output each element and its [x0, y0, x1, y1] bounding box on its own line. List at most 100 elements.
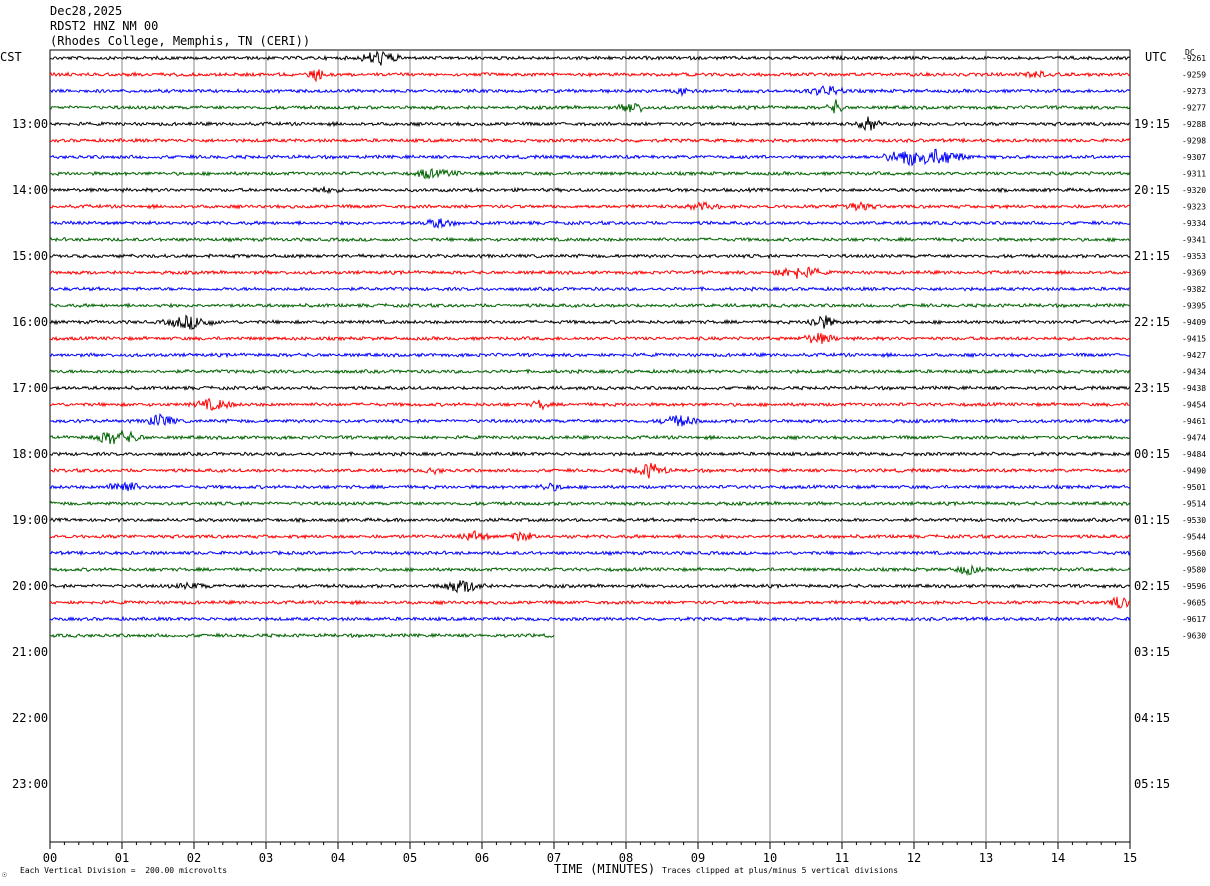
trace-line: [49, 186, 1131, 195]
dc-offset-label: -9474: [1182, 434, 1206, 443]
trace-line: [49, 351, 1131, 359]
trace-line: [49, 266, 1131, 279]
x-tick-label: 05: [403, 851, 417, 865]
left-hour-label: 22:00: [12, 711, 48, 725]
dc-offset-label: -9544: [1182, 533, 1206, 542]
dc-offset-label: -9438: [1182, 384, 1206, 393]
trace-line: [49, 99, 1131, 114]
trace-line: [49, 200, 1131, 212]
dc-offset-label: -9596: [1182, 582, 1206, 591]
dc-offset-label: -9560: [1182, 549, 1206, 558]
trace-line: [49, 332, 1131, 344]
right-hour-label: 04:15: [1134, 711, 1170, 725]
dc-offset-label: -9461: [1182, 417, 1206, 426]
dc-offset-label: -9454: [1182, 401, 1206, 410]
x-tick-label: 00: [43, 851, 57, 865]
trace-line: [49, 236, 1130, 243]
dc-offset-label: -9630: [1182, 632, 1206, 641]
dc-offset-label: -9323: [1182, 203, 1206, 212]
right-hour-label: 23:15: [1134, 381, 1170, 395]
axis-ticks: [49, 842, 1131, 849]
x-tick-label: 10: [763, 851, 777, 865]
dc-offset-label: -9261: [1182, 54, 1206, 63]
right-hour-label: 01:15: [1134, 513, 1170, 527]
dc-offset-label: -9273: [1182, 87, 1206, 96]
left-hour-label: 13:00: [12, 117, 48, 131]
dc-offset-label: -9341: [1182, 236, 1206, 245]
dc-offset-label: -9311: [1182, 170, 1206, 179]
x-tick-label: 06: [475, 851, 489, 865]
left-hour-label: 17:00: [12, 381, 48, 395]
trace-line: [49, 450, 1131, 458]
trace-line: [49, 397, 1131, 412]
trace-line: [49, 148, 1131, 167]
x-tick-label: 09: [691, 851, 705, 865]
trace-line: [49, 632, 555, 639]
trace-line: [49, 253, 1131, 260]
x-axis-title: TIME (MINUTES): [554, 862, 656, 876]
left-hour-label: 23:00: [12, 777, 48, 791]
trace-line: [49, 564, 1131, 577]
left-hour-label: 16:00: [12, 315, 48, 329]
x-tick-label: 13: [979, 851, 993, 865]
dc-offset-label: -9298: [1182, 137, 1206, 146]
dc-offset-label: -9427: [1182, 351, 1206, 360]
dc-offset-label: -9288: [1182, 120, 1206, 129]
x-tick-label: 03: [259, 851, 273, 865]
dc-offset-label: -9320: [1182, 186, 1206, 195]
dc-offset-label: -9334: [1182, 219, 1206, 228]
dc-offset-label: -9395: [1182, 302, 1206, 311]
trace-line: [49, 116, 1131, 132]
trace-line: [49, 549, 1131, 557]
trace-line: [49, 50, 1131, 66]
x-tick-label: 01: [115, 851, 129, 865]
dc-offset-label: -9605: [1182, 599, 1206, 608]
x-tick-label: 04: [331, 851, 345, 865]
dc-offset-label: -9501: [1182, 483, 1206, 492]
trace-line: [49, 430, 1131, 445]
x-tick-label: 12: [907, 851, 921, 865]
trace-line: [50, 413, 1130, 427]
dc-offset-label: -9514: [1182, 500, 1206, 509]
trace-line: [49, 615, 1131, 623]
vertical-division-note: Each Vertical Division = 200.00 microvol…: [20, 866, 228, 875]
dc-offset-label: -9382: [1182, 285, 1206, 294]
left-hour-label: 18:00: [12, 447, 48, 461]
seismic-traces: [49, 50, 1131, 639]
clipping-note: Traces clipped at plus/minus 5 vertical …: [662, 866, 899, 875]
trace-line: [49, 302, 1131, 309]
trace-line: [49, 580, 1131, 594]
x-tick-label: 14: [1051, 851, 1065, 865]
dc-offset-label: -9415: [1182, 335, 1206, 344]
dc-offset-label: -9484: [1182, 450, 1206, 459]
dc-offset-label: -9307: [1182, 153, 1206, 162]
left-hour-label: 20:00: [12, 579, 48, 593]
right-hour-label: 00:15: [1134, 447, 1170, 461]
right-hour-label: 20:15: [1134, 183, 1170, 197]
trace-line: [49, 137, 1131, 144]
helicorder-plot: 00 01 02 03 04 05 06 07 08 09 10 11 12 13 14 1513:0014:…: [12, 49, 1206, 865]
trace-line: [49, 368, 1131, 375]
dc-offset-label: -9277: [1182, 104, 1206, 113]
right-hour-label: 21:15: [1134, 249, 1170, 263]
right-hour-label: 19:15: [1134, 117, 1170, 131]
trace-line: [49, 596, 1131, 609]
trace-line: [49, 500, 1131, 507]
x-tick-label: 11: [835, 851, 849, 865]
right-hour-label: 22:15: [1134, 315, 1170, 329]
left-hour-label: 15:00: [12, 249, 48, 263]
plot-frame: [49, 49, 1131, 843]
right-hour-label: 02:15: [1134, 579, 1170, 593]
dc-offset-label: -9259: [1182, 71, 1206, 80]
trace-line: [49, 462, 1131, 479]
dc-offset-label: -9490: [1182, 467, 1206, 476]
trace-line: [49, 384, 1131, 391]
trace-line: [49, 218, 1131, 229]
left-hour-label: 14:00: [12, 183, 48, 197]
dc-offset-label: -9369: [1182, 269, 1206, 278]
left-hour-label: 21:00: [12, 645, 48, 659]
x-tick-label: 15: [1123, 851, 1137, 865]
right-hour-label: 03:15: [1134, 645, 1170, 659]
trace-line: [49, 314, 1131, 331]
grid: [49, 49, 1131, 843]
